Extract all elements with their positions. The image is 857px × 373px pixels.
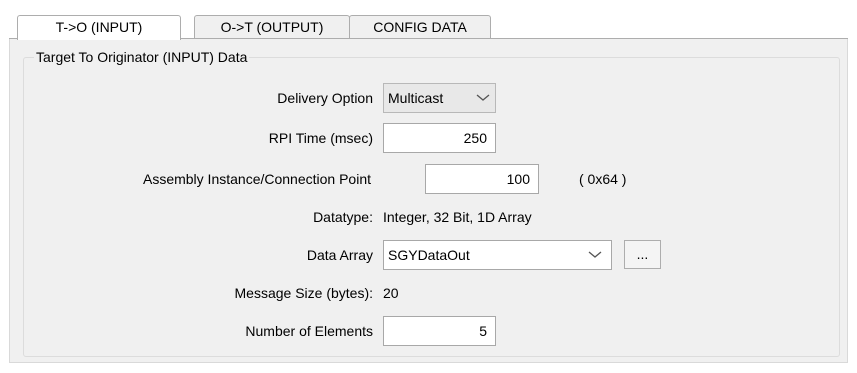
data-array-select[interactable]: SGYDataOut xyxy=(383,240,612,270)
rpi-time-input[interactable]: 250 xyxy=(383,123,496,153)
datatype-value: Integer, 32 Bit, 1D Array xyxy=(383,209,532,225)
assembly-instance-hex: ( 0x64 ) xyxy=(579,171,627,187)
tab-label: T->O (INPUT) xyxy=(55,19,143,35)
tab-config-data[interactable]: CONFIG DATA xyxy=(349,15,491,39)
data-array-label: Data Array xyxy=(306,247,373,263)
tab-label: CONFIG DATA xyxy=(373,19,467,35)
message-size-value: 20 xyxy=(383,285,399,301)
message-size-label: Message Size (bytes): xyxy=(234,285,374,301)
assembly-instance-input[interactable]: 100 xyxy=(425,164,539,194)
tab-output[interactable]: O->T (OUTPUT) xyxy=(194,15,350,39)
assembly-instance-label: Assembly Instance/Connection Point xyxy=(142,171,371,187)
chevron-down-icon xyxy=(476,94,490,101)
browse-button[interactable]: ... xyxy=(624,240,661,269)
datatype-label: Datatype: xyxy=(313,209,373,225)
chevron-down-icon xyxy=(588,251,602,258)
number-of-elements-input[interactable]: 5 xyxy=(383,316,496,346)
delivery-option-select[interactable]: Multicast xyxy=(383,83,496,113)
rpi-time-label: RPI Time (msec) xyxy=(268,130,373,146)
delivery-option-label: Delivery Option xyxy=(277,90,373,106)
data-array-value: SGYDataOut xyxy=(388,247,470,263)
tab-input[interactable]: T->O (INPUT) xyxy=(17,15,181,40)
tab-label: O->T (OUTPUT) xyxy=(220,19,324,35)
number-of-elements-label: Number of Elements xyxy=(245,323,373,339)
delivery-option-value: Multicast xyxy=(388,90,444,106)
group-title: Target To Originator (INPUT) Data xyxy=(34,48,250,66)
